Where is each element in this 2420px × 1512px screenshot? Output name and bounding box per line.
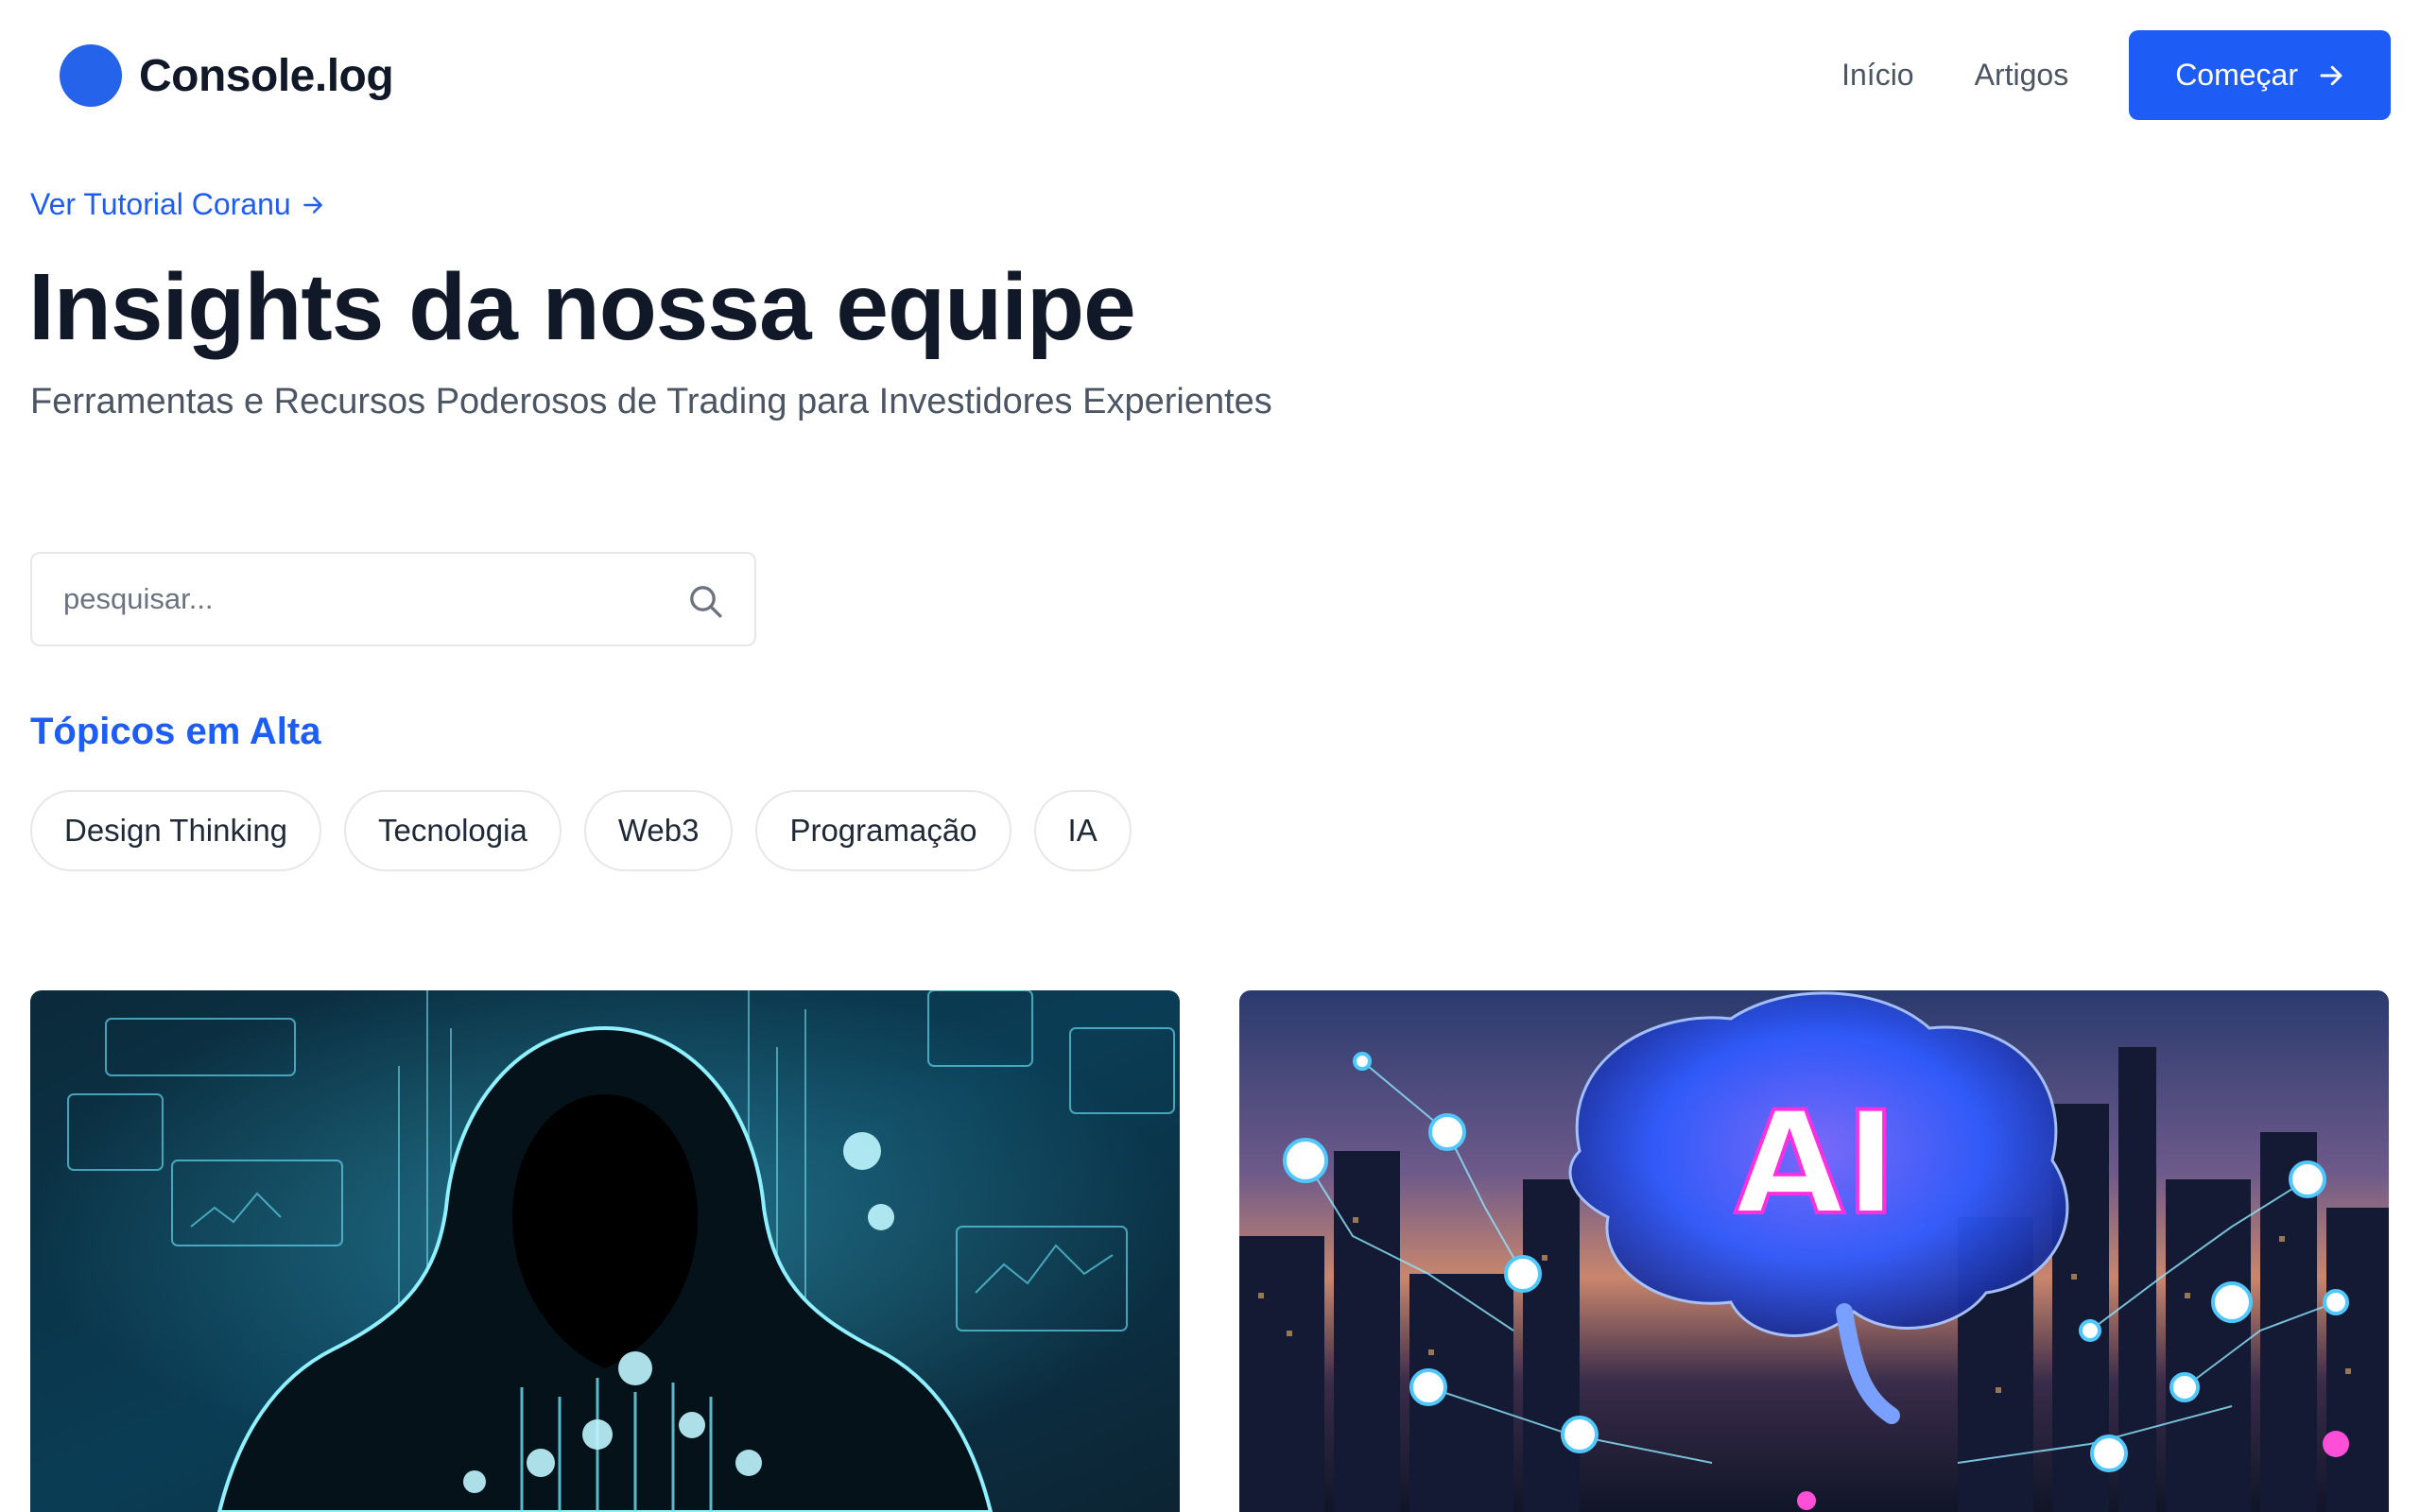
article-card-2[interactable]: AI [1239,990,2389,1512]
site-header: Console.log Início Artigos Começar [0,0,2420,151]
article-card-1[interactable] [30,990,1180,1512]
nav-link-inicio[interactable]: Início [1841,58,1913,93]
arrow-right-icon [2320,65,2342,85]
logo-dot-icon [60,44,122,107]
topic-chip-design-thinking[interactable]: Design Thinking [30,790,322,871]
logo-link[interactable]: Console.log [60,44,394,107]
topic-chip-ia[interactable]: IA [1033,790,1132,871]
nav-link-artigos[interactable]: Artigos [1975,58,2069,93]
topic-chip-web3[interactable]: Web3 [583,790,734,871]
article-card-1-image [30,990,1180,1512]
search-input[interactable] [32,554,637,644]
search-box [30,552,756,646]
arrow-right-icon [302,196,322,214]
page-title: Insights da nossa equipe [28,254,1136,360]
comecar-button[interactable]: Começar [2129,30,2391,120]
search-icon[interactable] [686,582,724,620]
topics-heading: Tópicos em Alta [30,711,321,752]
ai-image-text: AI [1735,1082,1897,1246]
comecar-button-label: Começar [2175,58,2298,92]
main-nav: Início Artigos Começar [1841,30,2391,120]
logo-text: Console.log [139,50,394,101]
topic-chip-tecnologia[interactable]: Tecnologia [344,790,562,871]
page-subtitle: Ferramentas e Recursos Poderosos de Trad… [30,382,1272,421]
tutorial-link-label: Ver Tutorial Coranu [30,187,291,221]
article-card-2-image: AI [1239,990,2389,1512]
topic-chip-programacao[interactable]: Programação [755,790,1011,871]
tutorial-link[interactable]: Ver Tutorial Coranu [30,187,325,222]
topic-chips: Design Thinking Tecnologia Web3 Programa… [30,790,1132,871]
